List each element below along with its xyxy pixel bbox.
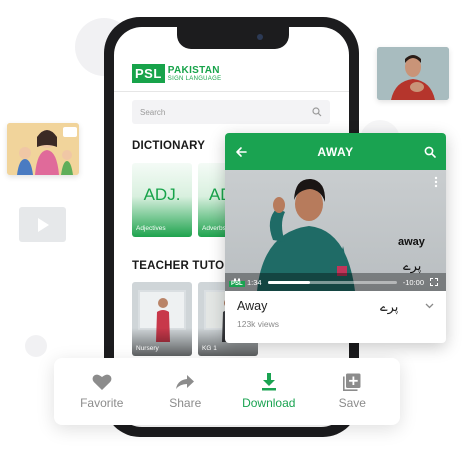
action-bar: Favorite Share Download Save (54, 358, 400, 425)
presenter-image (377, 47, 449, 100)
favorite-button[interactable]: Favorite (64, 373, 140, 410)
logo-line-2: SIGN LANGUAGE (167, 75, 222, 82)
share-button[interactable]: Share (147, 373, 223, 410)
video-header-title: AWAY (317, 144, 354, 159)
download-icon (261, 373, 276, 391)
video-controls: 1:34 -10:00 (225, 273, 446, 291)
video-placeholder[interactable] (19, 207, 66, 242)
search-input[interactable]: Search (132, 100, 330, 124)
fullscreen-icon[interactable] (430, 278, 438, 286)
dictionary-title: DICTIONARY (132, 140, 206, 152)
cartoon-image (7, 123, 79, 175)
app-logo: PSL PAKISTAN SIGN LANGUAGE (132, 64, 221, 83)
download-button[interactable]: Download (231, 373, 307, 410)
cartoon-thumbnail (7, 123, 79, 175)
video-urdu-name: پرے (380, 299, 399, 314)
heart-icon (92, 374, 112, 390)
video-player-card: AWAY away پرے 1:34 -10:00 PSL Away پرے 1… (225, 133, 446, 343)
search-icon[interactable] (312, 107, 322, 117)
more-options-icon[interactable] (434, 176, 438, 188)
header-divider (114, 91, 349, 92)
tutorial-card-nursery[interactable]: Nursery (132, 282, 192, 356)
dictionary-card-label: Adverbs (202, 225, 226, 232)
phone-notch (177, 27, 289, 49)
video-info: Away پرے 123k views (225, 291, 446, 343)
progress-fill (267, 280, 311, 284)
logo-line-1: PAKISTAN (167, 64, 220, 76)
favorite-label: Favorite (80, 396, 124, 410)
logo-text: PAKISTAN SIGN LANGUAGE (167, 64, 222, 82)
remaining-time: -10:00 (402, 277, 424, 287)
decorative-circle-small (25, 335, 47, 357)
dictionary-card-adjectives[interactable]: ADJ. Adjectives (132, 163, 192, 237)
save-icon (343, 373, 361, 391)
back-arrow-icon[interactable] (235, 146, 247, 158)
share-icon (176, 375, 195, 389)
tutorial-card-label: Nursery (136, 345, 159, 352)
sign-urdu-overlay: پرے (403, 258, 422, 273)
video-header: AWAY (225, 133, 446, 170)
logo-mark: PSL (132, 64, 165, 83)
download-label: Download (242, 396, 296, 410)
search-icon[interactable] (424, 146, 436, 158)
search-placeholder: Search (140, 107, 166, 117)
share-label: Share (169, 396, 202, 410)
presenter-thumbnail (377, 47, 449, 100)
video-name: Away (237, 299, 268, 313)
video-frame[interactable]: away پرے 1:34 -10:00 PSL (225, 170, 446, 291)
sign-word-overlay: away (398, 236, 425, 248)
dictionary-card-abbr: ADJ. (143, 185, 181, 204)
chevron-down-icon[interactable] (425, 303, 434, 309)
save-button[interactable]: Save (314, 373, 390, 410)
play-icon (38, 218, 49, 232)
save-label: Save (338, 396, 366, 410)
dictionary-card-label: Adjectives (136, 225, 166, 232)
current-time: 1:34 (247, 277, 262, 287)
psl-watermark: PSL (229, 281, 245, 287)
tutorial-card-label: KG 1 (202, 345, 217, 352)
progress-bar[interactable] (267, 280, 397, 284)
camera-dot (257, 34, 263, 40)
video-views: 123k views (237, 319, 280, 329)
